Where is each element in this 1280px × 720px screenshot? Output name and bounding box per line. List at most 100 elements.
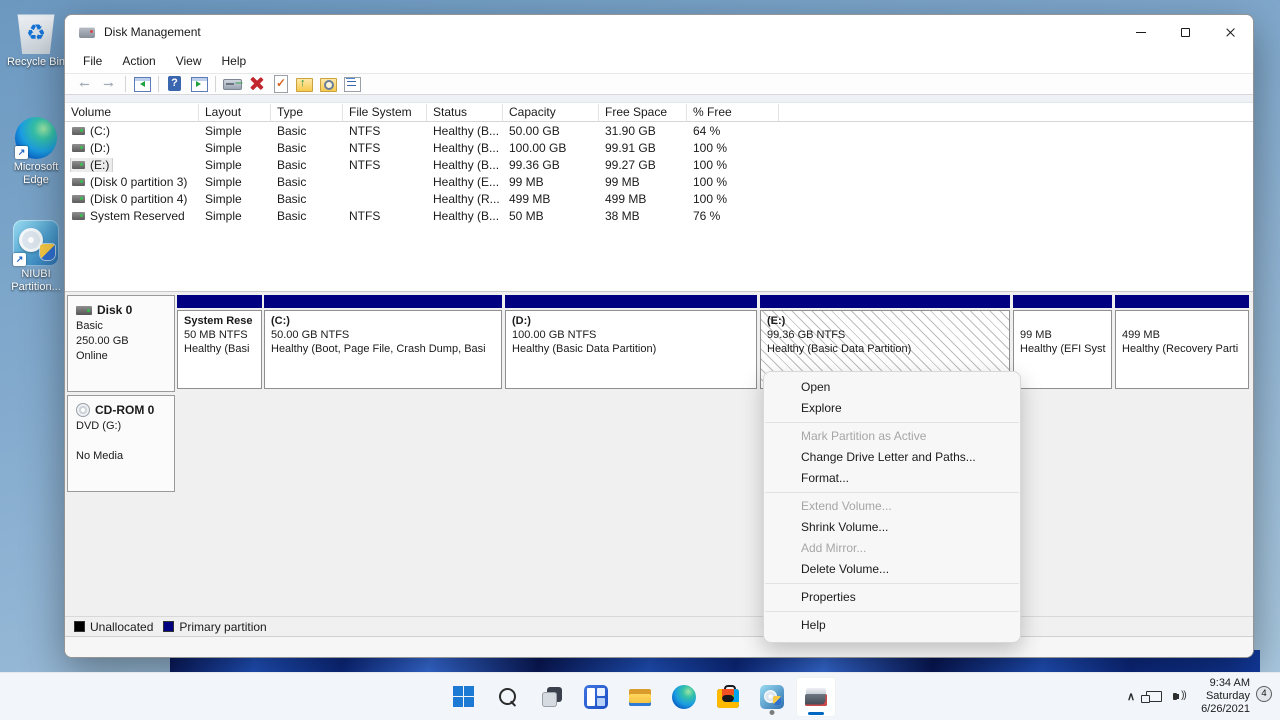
- legend-primary-partition: Primary partition: [163, 620, 266, 634]
- context-menu-item-help[interactable]: Help: [764, 615, 1020, 636]
- back-icon: [75, 74, 95, 94]
- cell-status: Healthy (B...: [427, 158, 503, 172]
- partition-block-d[interactable]: (D:)100.00 GB NTFSHealthy (Basic Data Pa…: [505, 295, 757, 392]
- help-button[interactable]: [163, 74, 187, 94]
- volume-row-d[interactable]: (D:)SimpleBasicNTFSHealthy (B...100.00 G…: [65, 139, 1253, 156]
- taskbar-niubi-button[interactable]: [752, 677, 792, 717]
- taskbar-explorer-button[interactable]: [620, 677, 660, 717]
- disk-name: CD-ROM 0: [95, 403, 154, 417]
- taskbar-widgets-button[interactable]: [576, 677, 616, 717]
- primary-partition-color-bar: [1013, 295, 1112, 308]
- taskbar-diskmgmt-button[interactable]: [796, 677, 836, 717]
- column-header-type[interactable]: Type: [271, 104, 343, 121]
- folder-find-button[interactable]: [316, 74, 340, 94]
- window-controls: [1118, 15, 1253, 49]
- rescan-disks-icon: [222, 74, 242, 94]
- volume-table-body: (C:)SimpleBasicNTFSHealthy (B...50.00 GB…: [65, 122, 1253, 224]
- disk-name: Disk 0: [97, 303, 132, 317]
- widgets-icon: [584, 685, 608, 709]
- toolbar-separator: [125, 76, 126, 92]
- action-pane-button[interactable]: [187, 74, 211, 94]
- context-menu-item-properties[interactable]: Properties: [764, 587, 1020, 608]
- disk-management-window: Disk Management FileActionViewHelp Volum…: [64, 14, 1254, 658]
- partition-block-499-mb[interactable]: 499 MBHealthy (Recovery Parti: [1115, 295, 1249, 392]
- column-header-free-space[interactable]: Free Space: [599, 104, 687, 121]
- column-header-status[interactable]: Status: [427, 104, 503, 121]
- legend-color-swatch: [74, 621, 85, 632]
- desktop-icon-recycle-bin[interactable]: Recycle Bin: [0, 8, 72, 69]
- column-header-layout[interactable]: Layout: [199, 104, 271, 121]
- help-icon: [165, 74, 185, 94]
- drive-icon: [72, 144, 85, 152]
- clock-time: 9:34 AM: [1201, 677, 1250, 690]
- network-icon[interactable]: [1146, 691, 1162, 702]
- partition-block-c[interactable]: (C:)50.00 GB NTFSHealthy (Boot, Page Fil…: [264, 295, 502, 392]
- taskbar-start-button[interactable]: [444, 677, 484, 717]
- partition-status: Healthy (Recovery Parti: [1122, 342, 1242, 356]
- menu-view[interactable]: View: [166, 51, 212, 71]
- context-menu-item-format[interactable]: Format...: [764, 468, 1020, 489]
- cell-layout: Simple: [199, 124, 271, 138]
- taskbar-taskview-button[interactable]: [532, 677, 572, 717]
- context-menu-item-mark-partition-as-active: Mark Partition as Active: [764, 426, 1020, 447]
- forward-button[interactable]: [97, 74, 121, 94]
- check-document-icon: [270, 74, 290, 94]
- taskbar-search-button[interactable]: [488, 677, 528, 717]
- disk-row-disk-0: Disk 0Basic250.00 GBOnlineSystem Rese50 …: [67, 295, 1251, 392]
- niubi-icon: [760, 685, 784, 709]
- edge-icon: [672, 685, 696, 709]
- disk-header-panel-disk-0[interactable]: Disk 0Basic250.00 GBOnline: [67, 295, 175, 392]
- context-menu-item-shrink-volume[interactable]: Shrink Volume...: [764, 517, 1020, 538]
- volume-row-e[interactable]: (E:)SimpleBasicNTFSHealthy (B...99.36 GB…: [65, 156, 1253, 173]
- checklist-button[interactable]: [340, 74, 364, 94]
- column-header-file-system[interactable]: File System: [343, 104, 427, 121]
- volume-row-c[interactable]: (C:)SimpleBasicNTFSHealthy (B...50.00 GB…: [65, 122, 1253, 139]
- rescan-disks-button[interactable]: [220, 74, 244, 94]
- tray-overflow-chevron-icon[interactable]: ∧: [1127, 690, 1135, 703]
- toolbar-gap: [65, 95, 1253, 103]
- cell-capacity: 499 MB: [503, 192, 599, 206]
- primary-partition-color-bar: [1115, 295, 1249, 308]
- cell-type: Basic: [271, 175, 343, 189]
- context-menu-item-delete-volume[interactable]: Delete Volume...: [764, 559, 1020, 580]
- menu-file[interactable]: File: [73, 51, 112, 71]
- drive-icon: [72, 212, 85, 220]
- menu-action[interactable]: Action: [112, 51, 165, 71]
- context-menu-item-explore[interactable]: Explore: [764, 398, 1020, 419]
- partition-block-99-mb[interactable]: 99 MBHealthy (EFI Syst: [1013, 295, 1112, 392]
- volume-name: System Reserved: [90, 209, 185, 223]
- partition-status: Healthy (Boot, Page File, Crash Dump, Ba…: [271, 342, 495, 356]
- minimize-icon: [1136, 32, 1146, 33]
- delete-button[interactable]: [244, 74, 268, 94]
- check-document-button[interactable]: [268, 74, 292, 94]
- maximize-button[interactable]: [1163, 15, 1208, 49]
- partition-block-system-rese[interactable]: System Rese50 MB NTFSHealthy (Basi: [177, 295, 262, 392]
- folder-up-button[interactable]: [292, 74, 316, 94]
- taskbar-clock[interactable]: 9:34 AM Saturday 6/26/2021: [1201, 677, 1250, 716]
- taskbar-store-button[interactable]: [708, 677, 748, 717]
- volume-row-disk-0-partition-4[interactable]: (Disk 0 partition 4)SimpleBasicHealthy (…: [65, 190, 1253, 207]
- volume-icon[interactable]: [1173, 690, 1190, 704]
- cell-free_space: 38 MB: [599, 209, 687, 223]
- menu-help[interactable]: Help: [212, 51, 257, 71]
- volume-row-disk-0-partition-3[interactable]: (Disk 0 partition 3)SimpleBasicHealthy (…: [65, 173, 1253, 190]
- column-header-free[interactable]: % Free: [687, 104, 779, 121]
- close-button[interactable]: [1208, 15, 1253, 49]
- column-header-capacity[interactable]: Capacity: [503, 104, 599, 121]
- back-button[interactable]: [73, 74, 97, 94]
- context-menu-item-open[interactable]: Open: [764, 377, 1020, 398]
- desktop-icon-edge[interactable]: ↗Microsoft Edge: [0, 114, 72, 187]
- volume-row-system-reserved[interactable]: System ReservedSimpleBasicNTFSHealthy (B…: [65, 207, 1253, 224]
- volume-name: (C:): [90, 124, 110, 138]
- console-tree-button[interactable]: [130, 74, 154, 94]
- minimize-button[interactable]: [1118, 15, 1163, 49]
- toolbar-separator: [158, 76, 159, 92]
- context-menu-item-change-drive-letter-and-paths[interactable]: Change Drive Letter and Paths...: [764, 447, 1020, 468]
- drive-icon: [72, 178, 85, 186]
- column-header-volume[interactable]: Volume: [65, 104, 199, 121]
- desktop-icon-niubi[interactable]: ↗NIUBI Partition...: [0, 220, 72, 294]
- menu-bar: FileActionViewHelp: [65, 49, 1253, 73]
- volume-name: (Disk 0 partition 4): [90, 192, 187, 206]
- taskbar-edge-button[interactable]: [664, 677, 704, 717]
- disk-header-panel-cd-rom-0[interactable]: CD-ROM 0DVD (G:) No Media: [67, 395, 175, 492]
